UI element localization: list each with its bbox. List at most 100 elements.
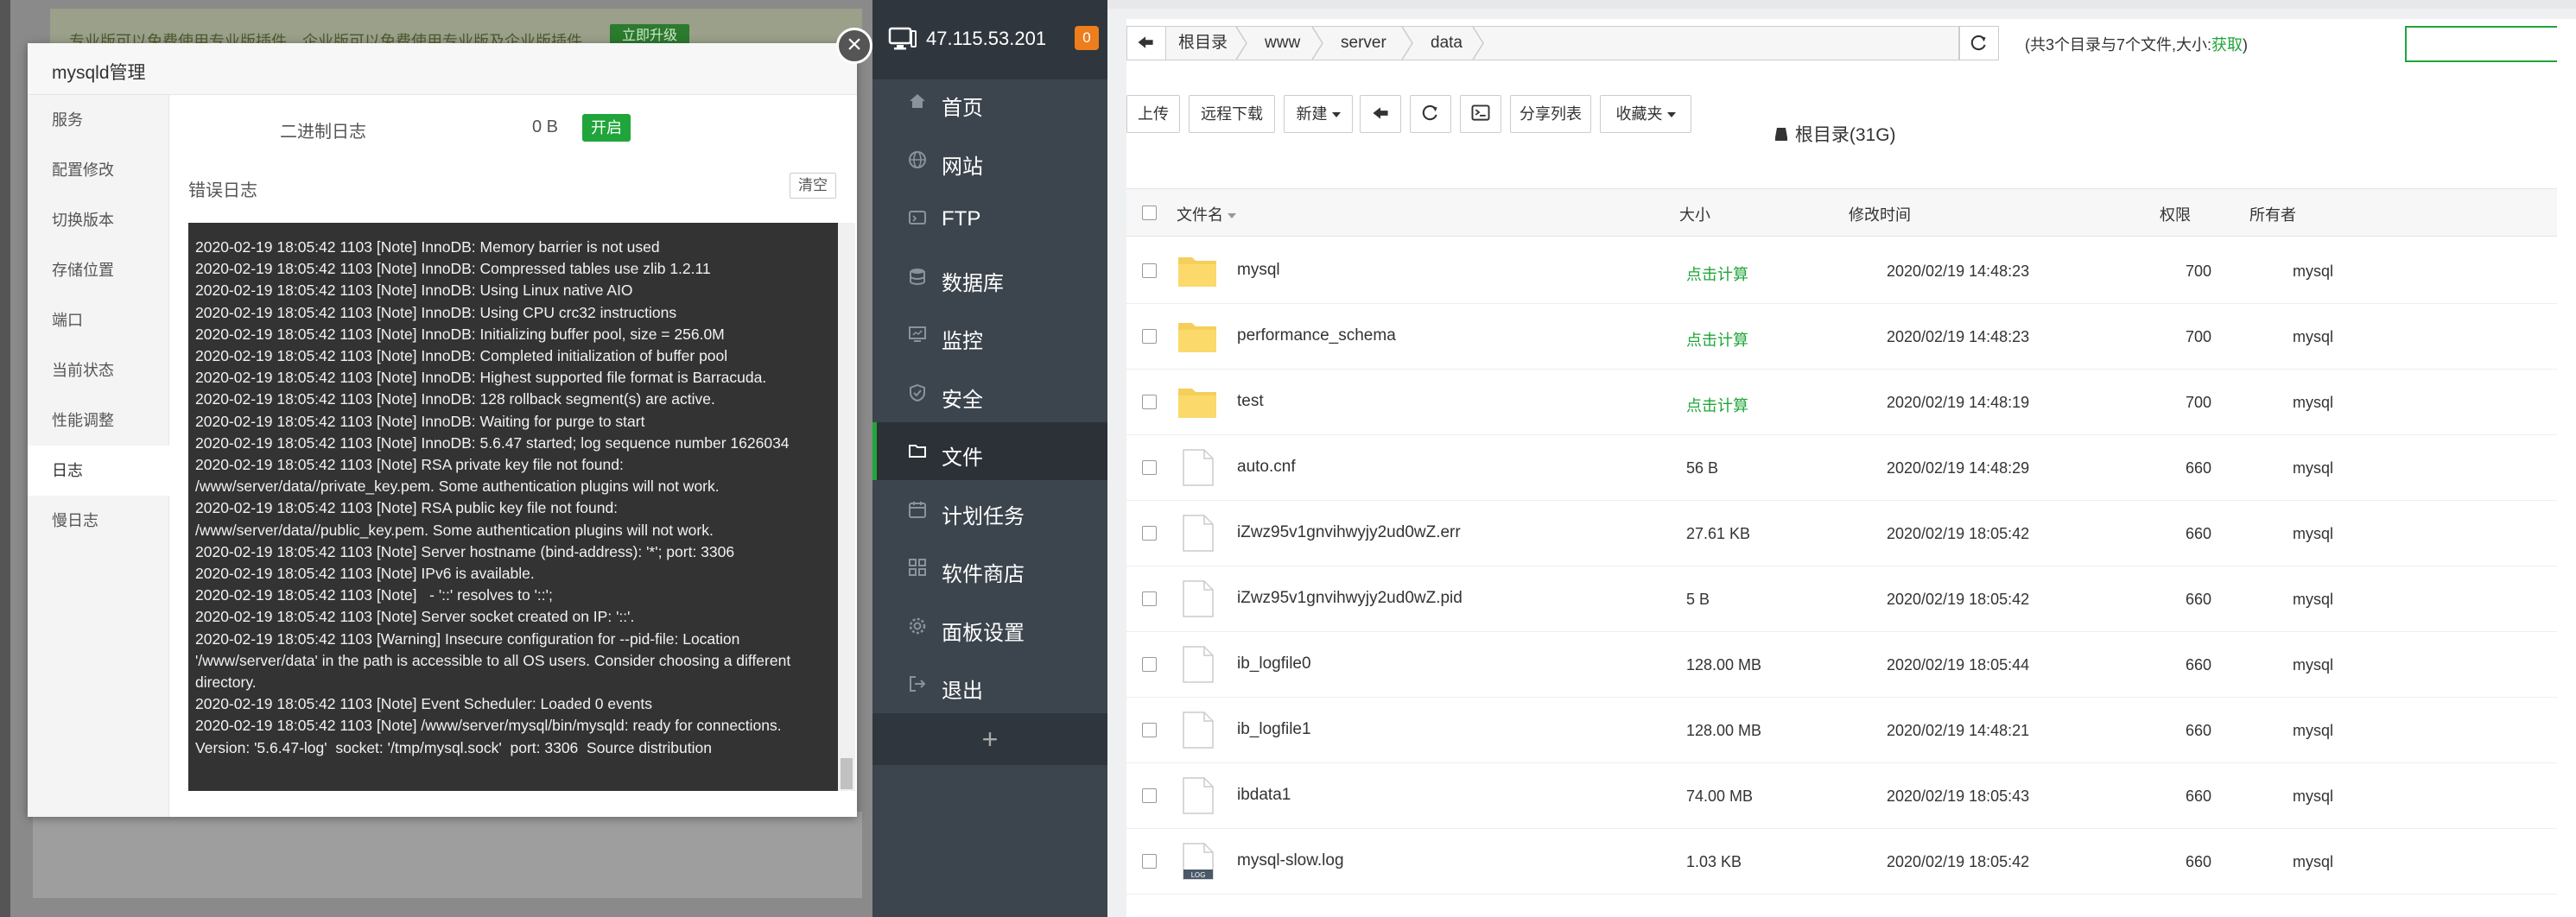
row-checkbox[interactable] xyxy=(1142,395,1157,409)
search-input[interactable] xyxy=(2405,26,2557,62)
row-checkbox[interactable] xyxy=(1142,657,1157,672)
file-name[interactable]: iZwz95v1gnvihwyjy2ud0wZ.err xyxy=(1237,523,1461,542)
terminal-button[interactable] xyxy=(1460,95,1501,133)
file-permission[interactable]: 660 xyxy=(2186,787,2211,806)
sidebar-item-home[interactable]: 首页 xyxy=(872,73,1107,130)
file-owner[interactable]: mysql xyxy=(2293,853,2333,871)
breadcrumb-item[interactable]: www xyxy=(1265,27,1300,60)
remote-download-button[interactable]: 远程下载 xyxy=(1189,95,1275,133)
file-owner[interactable]: mysql xyxy=(2293,525,2333,543)
row-checkbox[interactable] xyxy=(1142,329,1157,344)
get-size-link[interactable]: 获取 xyxy=(2211,36,2243,54)
file-owner[interactable]: mysql xyxy=(2293,591,2333,609)
breadcrumb-item[interactable]: 根目录 xyxy=(1178,27,1228,60)
calculate-size-link[interactable]: 点击计算 xyxy=(1686,328,1748,351)
upload-button[interactable]: 上传 xyxy=(1126,95,1180,133)
file-permission[interactable]: 660 xyxy=(2186,459,2211,477)
file-owner[interactable]: mysql xyxy=(2293,394,2333,412)
file-name[interactable]: ibdata1 xyxy=(1237,786,1291,805)
add-shortcut-button[interactable]: + xyxy=(872,713,1107,765)
file-owner[interactable]: mysql xyxy=(2293,787,2333,806)
sidebar-item-monitor[interactable]: 监控 xyxy=(872,306,1107,364)
error-log-textarea[interactable]: 2020-02-19 18:05:42 1103 [Note] InnoDB: … xyxy=(188,223,855,791)
sidebar-item-database[interactable]: 数据库 xyxy=(872,248,1107,306)
breadcrumb-item[interactable]: server xyxy=(1341,27,1386,60)
refresh-button[interactable] xyxy=(1410,95,1451,133)
file-name[interactable]: ib_logfile0 xyxy=(1237,655,1311,674)
menu-item-port[interactable]: 端口 xyxy=(28,295,169,345)
menu-item-log[interactable]: 日志 xyxy=(28,446,169,496)
calculate-size-link[interactable]: 点击计算 xyxy=(1686,394,1748,416)
file-name[interactable]: mysql xyxy=(1237,261,1280,280)
file-owner[interactable]: mysql xyxy=(2293,722,2333,740)
table-row[interactable]: iZwz95v1gnvihwyjy2ud0wZ.pid 5 B 2020/02/19… xyxy=(1126,566,2557,632)
menu-item-performance[interactable]: 性能调整 xyxy=(28,395,169,446)
column-mtime[interactable]: 修改时间 xyxy=(1849,203,1911,225)
file-owner[interactable]: mysql xyxy=(2293,459,2333,477)
sidebar-item-logout[interactable]: 退出 xyxy=(872,655,1107,713)
sidebar-item-ftp[interactable]: FTP xyxy=(872,189,1107,247)
path-refresh-button[interactable] xyxy=(1959,26,1999,60)
table-row[interactable]: ibdata1 74.00 MB 2020/02/19 18:05:43 660 mys… xyxy=(1126,763,2557,829)
row-checkbox[interactable] xyxy=(1142,723,1157,737)
table-row[interactable]: ib_logfile0 128.00 MB 2020/02/19 18:05:44 6… xyxy=(1126,632,2557,698)
disk-selector[interactable]: 根目录(31G) xyxy=(1773,121,1896,147)
table-row[interactable]: ib_logfile1 128.00 MB 2020/02/19 14:48:21 6… xyxy=(1126,698,2557,763)
file-permission[interactable]: 700 xyxy=(2186,328,2211,346)
table-row[interactable]: performance_schema 点击计算 2020/02/19 14:48:2… xyxy=(1126,304,2557,370)
breadcrumb-item[interactable]: data xyxy=(1431,27,1462,60)
file-owner[interactable]: mysql xyxy=(2293,262,2333,281)
file-name[interactable]: ib_logfile1 xyxy=(1237,720,1311,739)
file-name[interactable]: test xyxy=(1237,392,1264,411)
row-checkbox[interactable] xyxy=(1142,526,1157,541)
log-scrollbar-thumb[interactable] xyxy=(841,758,853,789)
favorites-button[interactable]: 收藏夹 xyxy=(1600,95,1691,133)
file-permission[interactable]: 660 xyxy=(2186,656,2211,674)
sidebar-item-shield[interactable]: 安全 xyxy=(872,364,1107,422)
back-button[interactable] xyxy=(1360,95,1401,133)
file-name[interactable]: mysql-slow.log xyxy=(1237,851,1344,870)
table-row[interactable]: iZwz95v1gnvihwyjy2ud0wZ.err 27.61 KB 2020/… xyxy=(1126,501,2557,566)
file-permission[interactable]: 660 xyxy=(2186,853,2211,871)
calculate-size-link[interactable]: 点击计算 xyxy=(1686,262,1748,285)
menu-item-version[interactable]: 切换版本 xyxy=(28,195,169,245)
row-checkbox[interactable] xyxy=(1142,788,1157,803)
column-owner[interactable]: 所有者 xyxy=(2249,203,2296,225)
enable-binlog-button[interactable]: 开启 xyxy=(582,114,631,142)
table-row[interactable]: mysql 点击计算 2020/02/19 14:48:23 700 mysql xyxy=(1126,238,2557,304)
sidebar-item-globe[interactable]: 网站 xyxy=(872,131,1107,189)
row-checkbox[interactable] xyxy=(1142,854,1157,869)
file-name[interactable]: iZwz95v1gnvihwyjy2ud0wZ.pid xyxy=(1237,589,1462,608)
path-back-button[interactable] xyxy=(1126,26,1166,60)
new-button[interactable]: 新建 xyxy=(1284,95,1353,133)
share-list-button[interactable]: 分享列表 xyxy=(1510,95,1591,133)
sidebar-item-calendar[interactable]: 计划任务 xyxy=(872,481,1107,539)
log-scrollbar[interactable] xyxy=(838,223,855,791)
column-perm[interactable]: 权限 xyxy=(2160,203,2191,225)
file-permission[interactable]: 660 xyxy=(2186,722,2211,740)
table-row[interactable]: auto.cnf 56 B 2020/02/19 14:48:29 660 mysql xyxy=(1126,435,2557,501)
menu-item-config[interactable]: 配置修改 xyxy=(28,145,169,195)
menu-item-slow-log[interactable]: 慢日志 xyxy=(28,496,169,546)
file-permission[interactable]: 660 xyxy=(2186,591,2211,609)
column-name[interactable]: 文件名 xyxy=(1177,203,1236,225)
row-checkbox[interactable] xyxy=(1142,263,1157,278)
menu-item-service[interactable]: 服务 xyxy=(28,95,169,145)
column-size[interactable]: 大小 xyxy=(1679,203,1710,225)
file-permission[interactable]: 700 xyxy=(2186,394,2211,412)
select-all-checkbox[interactable] xyxy=(1142,206,1157,220)
file-permission[interactable]: 700 xyxy=(2186,262,2211,281)
table-row[interactable]: test 点击计算 2020/02/19 14:48:19 700 mysql xyxy=(1126,370,2557,435)
file-owner[interactable]: mysql xyxy=(2293,656,2333,674)
close-icon[interactable]: × xyxy=(836,28,872,64)
file-name[interactable]: auto.cnf xyxy=(1237,458,1296,477)
sidebar-item-gear[interactable]: 面板设置 xyxy=(872,598,1107,655)
clear-log-button[interactable]: 清空 xyxy=(790,173,836,199)
table-row[interactable]: LOG mysql-slow.log 1.03 KB 2020/02/19 18:05… xyxy=(1126,829,2557,895)
menu-item-storage[interactable]: 存储位置 xyxy=(28,245,169,295)
sidebar-item-apps[interactable]: 软件商店 xyxy=(872,539,1107,597)
file-owner[interactable]: mysql xyxy=(2293,328,2333,346)
file-name[interactable]: performance_schema xyxy=(1237,326,1396,345)
menu-item-status[interactable]: 当前状态 xyxy=(28,345,169,395)
message-badge[interactable]: 0 xyxy=(1075,26,1099,50)
